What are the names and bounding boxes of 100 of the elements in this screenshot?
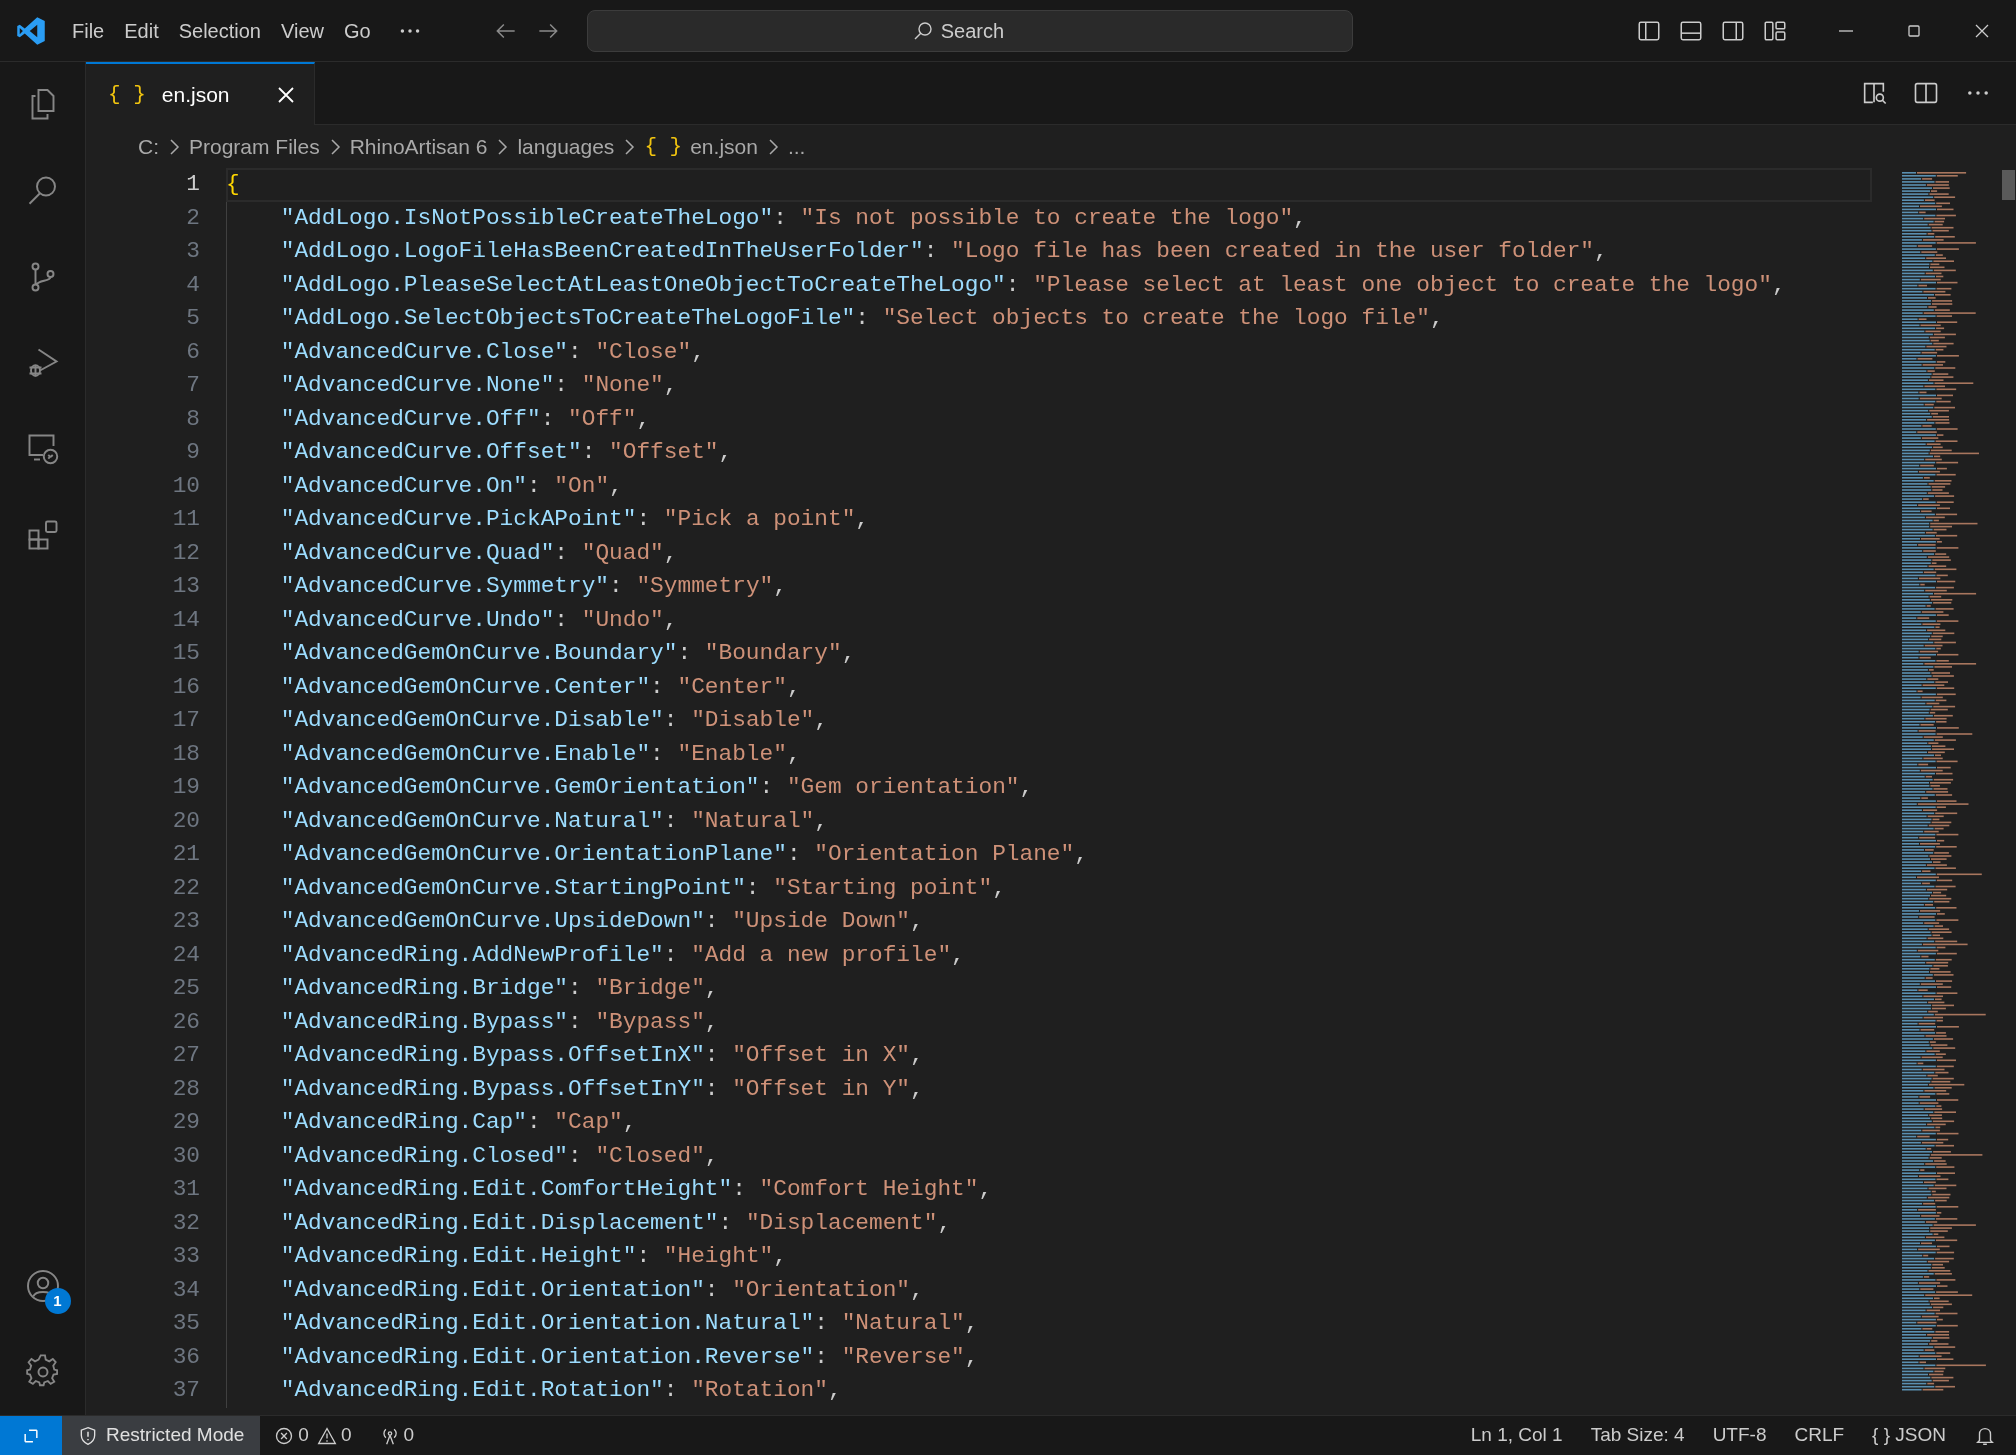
menu-item[interactable]: File bbox=[62, 11, 115, 50]
breadcrumb-item[interactable]: ... bbox=[787, 130, 806, 163]
line-number: 30 bbox=[171, 1141, 201, 1171]
problems-button[interactable]: 0 0 bbox=[260, 1415, 366, 1455]
line-number: 11 bbox=[171, 505, 201, 534]
breadcrumb-item[interactable]: languages bbox=[517, 130, 615, 163]
code-line[interactable]: "AdvancedRing.Bypass.OffsetInX": "Offset in X", bbox=[280, 1042, 924, 1068]
minimap-drawing[interactable] bbox=[1902, 172, 1986, 1391]
close-icon[interactable] bbox=[275, 84, 296, 105]
language-mode[interactable]: { } JSON bbox=[1858, 1415, 1960, 1455]
code-line[interactable]: "AdvancedRing.Closed": "Closed", bbox=[280, 1142, 719, 1169]
code-line[interactable]: "AdvancedCurve.Offset": "Offset", bbox=[280, 439, 733, 465]
chevron-icon bbox=[167, 137, 181, 156]
warning-icon bbox=[316, 1425, 337, 1446]
restricted-mode-button[interactable]: Restricted Mode bbox=[62, 1415, 261, 1455]
line-number: 33 bbox=[171, 1242, 201, 1271]
line-number: 1 bbox=[185, 170, 201, 199]
code-line[interactable]: "AdvancedGemOnCurve.OrientationPlane": "Orientation Plane", bbox=[280, 841, 1088, 867]
ports-button[interactable]: 0 bbox=[365, 1415, 429, 1455]
line-number: 22 bbox=[171, 873, 201, 903]
line-number: 18 bbox=[171, 739, 201, 769]
code-line[interactable]: "AddLogo.IsNotPossibleCreateTheLogo": "Is not possible to create the logo", bbox=[280, 204, 1307, 231]
line-number: 13 bbox=[171, 572, 201, 601]
code-line[interactable]: "AdvancedRing.Edit.Orientation.Reverse": "Reverse", bbox=[280, 1343, 979, 1370]
code-line[interactable]: "AdvancedRing.Edit.Orientation": "Orientation", bbox=[280, 1276, 924, 1303]
line-number: 36 bbox=[171, 1342, 201, 1372]
code-line[interactable]: "AdvancedRing.Edit.Displacement": "Displacement", bbox=[280, 1209, 952, 1236]
code-line[interactable]: { bbox=[226, 171, 240, 197]
code-line[interactable]: "AdvancedCurve.None": "None", bbox=[280, 372, 678, 398]
code-line[interactable]: "AddLogo.PleaseSelectAtLeastOneObjectToCreateTheLogo": "Please select at least one object to create the logo", bbox=[280, 271, 1786, 298]
code-line[interactable]: "AdvancedRing.Edit.ComfortHeight": "Comfort Height", bbox=[280, 1176, 993, 1202]
line-number: 3 bbox=[185, 237, 201, 266]
chevron-icon bbox=[622, 137, 637, 156]
code-line[interactable]: "AdvancedRing.Bridge": "Bridge", bbox=[280, 975, 719, 1001]
code-line[interactable]: "AdvancedRing.Cap": "Cap", bbox=[280, 1109, 637, 1135]
code-line[interactable]: "AdvancedGemOnCurve.Boundary": "Boundary", bbox=[280, 640, 856, 666]
code-line[interactable]: "AdvancedRing.AddNewProfile": "Add a new profile", bbox=[280, 941, 965, 968]
code-line[interactable]: "AdvancedCurve.PickAPoint": "Pick a point", bbox=[280, 506, 869, 532]
line-number: 7 bbox=[185, 371, 201, 400]
editor-tab[interactable]: { } en.json bbox=[86, 62, 315, 125]
code-line[interactable]: "AdvancedGemOnCurve.Natural": "Natural", bbox=[280, 807, 828, 834]
remote-button[interactable] bbox=[0, 1415, 62, 1455]
menu-item[interactable]: Selection bbox=[168, 11, 271, 50]
code-line[interactable]: "AddLogo.SelectObjectsToCreateTheLogoFile": "Select objects to create the logo file", bbox=[280, 305, 1444, 331]
code-line[interactable]: "AdvancedRing.Edit.Height": "Height", bbox=[280, 1243, 787, 1269]
line-number: 35 bbox=[171, 1309, 201, 1338]
line-number: 20 bbox=[171, 806, 201, 836]
breadcrumb-item[interactable]: C: bbox=[138, 130, 159, 163]
line-number: 34 bbox=[171, 1275, 201, 1305]
line-number: 16 bbox=[171, 672, 201, 702]
search-input[interactable]: Search bbox=[938, 14, 1029, 47]
line-ending[interactable]: CRLF bbox=[1780, 1415, 1859, 1455]
line-number: 10 bbox=[171, 471, 201, 501]
line-number: 25 bbox=[171, 974, 201, 1003]
code-line[interactable]: "AdvancedGemOnCurve.Disable": "Disable", bbox=[280, 707, 828, 733]
code-line[interactable]: "AdvancedCurve.Symmetry": "Symmetry", bbox=[280, 573, 787, 599]
code-line[interactable]: "AdvancedCurve.On": "On", bbox=[280, 472, 623, 499]
search-box[interactable]: Search bbox=[586, 9, 1353, 52]
encoding[interactable]: UTF-8 bbox=[1698, 1415, 1781, 1455]
code-line[interactable]: "AdvancedGemOnCurve.GemOrientation": "Gem orientation", bbox=[280, 774, 1034, 800]
code-line[interactable]: "AdvancedRing.Bypass.OffsetInY": "Offset in Y", bbox=[280, 1075, 924, 1102]
tab-size[interactable]: Tab Size: 4 bbox=[1576, 1415, 1699, 1455]
code-line[interactable]: "AdvancedRing.Edit.Rotation": "Rotation", bbox=[280, 1377, 842, 1403]
minimize-icon bbox=[1839, 29, 1853, 32]
app-logo-icon bbox=[16, 15, 46, 46]
code-line[interactable]: "AdvancedCurve.Close": "Close", bbox=[280, 338, 705, 365]
line-number: 14 bbox=[171, 605, 201, 635]
line-number: 12 bbox=[171, 538, 201, 568]
line-number: 23 bbox=[171, 907, 201, 936]
line-number: 9 bbox=[185, 438, 201, 467]
breadcrumb-item[interactable]: RhinoArtisan 6 bbox=[349, 130, 488, 163]
code-line[interactable]: "AdvancedGemOnCurve.UpsideDown": "Upside Down", bbox=[280, 908, 924, 934]
line-number: 8 bbox=[185, 404, 201, 434]
bell-icon bbox=[1974, 1425, 1996, 1448]
code-line[interactable]: "AdvancedRing.Edit.Orientation.Natural": "Natural", bbox=[280, 1310, 979, 1336]
menu-item[interactable]: View bbox=[271, 11, 334, 50]
line-number: 27 bbox=[171, 1041, 201, 1070]
breadcrumb-item[interactable]: Program Files bbox=[189, 130, 320, 163]
code-line[interactable]: "AddLogo.LogoFileHasBeenCreatedInTheUserFolder": "Logo file has been created in the user folder", bbox=[280, 238, 1608, 264]
line-number: 29 bbox=[171, 1108, 201, 1137]
file-type-icon: { } bbox=[644, 130, 683, 163]
menu-item[interactable]: Edit bbox=[114, 11, 169, 50]
tab-label: en.json bbox=[161, 81, 230, 108]
code-line[interactable]: "AdvancedRing.Bypass": "Bypass", bbox=[280, 1008, 719, 1035]
code-line[interactable]: "AdvancedCurve.Quad": "Quad", bbox=[280, 539, 678, 566]
breadcrumb-item[interactable]: en.json bbox=[690, 130, 758, 163]
file-type-icon: { } bbox=[108, 78, 146, 111]
line-number: 5 bbox=[185, 304, 201, 333]
line-number: 4 bbox=[185, 270, 201, 300]
code-line[interactable]: "AdvancedGemOnCurve.Center": "Center", bbox=[280, 673, 801, 700]
code-line[interactable]: "AdvancedGemOnCurve.StartingPoint": "Starting point", bbox=[280, 874, 1006, 901]
cursor-position[interactable]: Ln 1, Col 1 bbox=[1456, 1415, 1577, 1455]
code-line[interactable]: "AdvancedCurve.Undo": "Undo", bbox=[280, 606, 678, 633]
line-number: 15 bbox=[171, 639, 201, 668]
code-line[interactable]: "AdvancedCurve.Off": "Off", bbox=[280, 405, 651, 432]
menu-item[interactable]: Go bbox=[334, 11, 381, 50]
line-number: 28 bbox=[171, 1074, 201, 1104]
code-line[interactable]: "AdvancedGemOnCurve.Enable": "Enable", bbox=[280, 740, 801, 767]
scrollbar-thumb[interactable] bbox=[2002, 170, 2015, 200]
line-number: 37 bbox=[171, 1376, 201, 1405]
